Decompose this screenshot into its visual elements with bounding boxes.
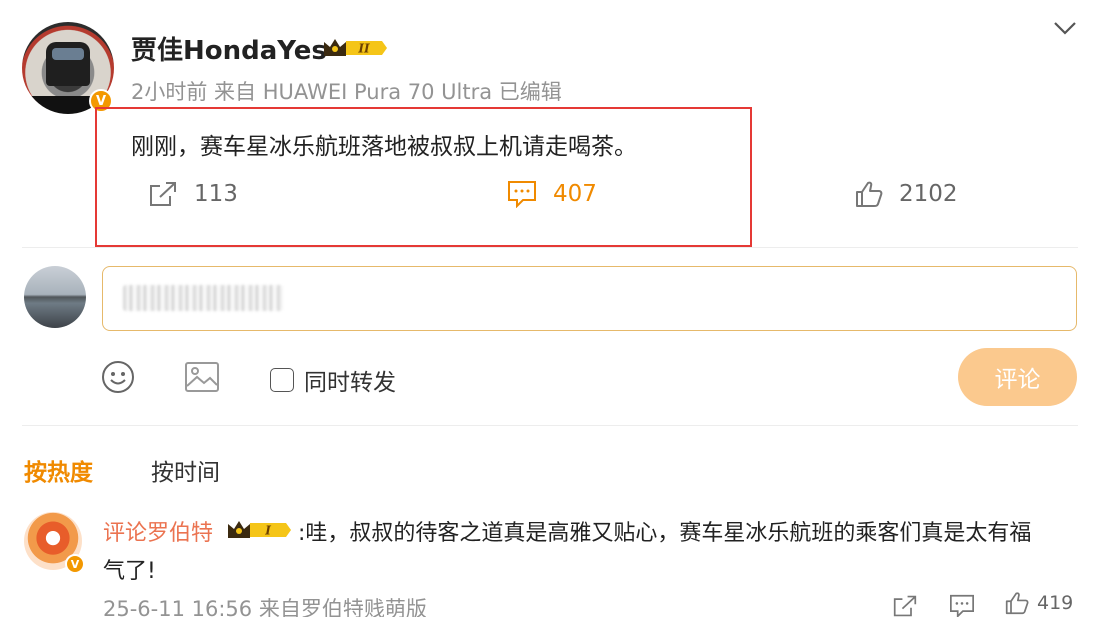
divider	[22, 247, 1078, 248]
comment-icon[interactable]	[948, 594, 976, 617]
comment-meta: 25-6-11 16:56 来自罗伯特贱萌版	[103, 597, 427, 617]
comment-icon	[508, 181, 536, 208]
like-count: 2102	[899, 181, 958, 207]
forward-count: 113	[194, 181, 238, 207]
emoji-icon[interactable]	[101, 360, 135, 394]
repost-checkbox[interactable]: 同时转发	[270, 363, 396, 397]
comment-text-continued: 气了!	[103, 559, 156, 584]
repost-label: 同时转发	[304, 370, 396, 396]
post-text: 刚刚，赛车星冰乐航班落地被叔叔上机请走喝茶。	[131, 134, 637, 160]
blurred-draft-text	[123, 285, 283, 311]
vip-level-label: II	[357, 42, 370, 56]
sort-by-time-tab[interactable]: 按时间	[151, 453, 220, 487]
author-username[interactable]: 贾佳HondaYes	[131, 30, 327, 67]
post-meta: 2小时前 来自 HUAWEI Pura 70 Ultra 已编辑	[131, 80, 562, 104]
like-icon	[856, 181, 883, 207]
comment-count: 407	[553, 181, 597, 207]
current-user-avatar	[24, 266, 86, 328]
like-button[interactable]: 2102	[855, 180, 958, 208]
forward-icon	[150, 182, 176, 206]
verified-badge-icon: V	[65, 554, 85, 574]
commenter-username[interactable]: 评论罗伯特	[103, 515, 213, 547]
comment-input[interactable]	[102, 266, 1077, 331]
comment-button[interactable]: 407	[507, 180, 597, 208]
divider	[22, 425, 1078, 426]
chevron-down-icon[interactable]	[1052, 18, 1078, 38]
comment-like-count: 419	[1037, 592, 1074, 614]
comment-like-button[interactable]: 419	[1005, 591, 1073, 615]
sort-by-hot-tab[interactable]: 按热度	[24, 453, 93, 487]
vip-level-label: I	[264, 524, 271, 538]
checkbox[interactable]	[270, 368, 294, 392]
like-icon	[1005, 592, 1029, 615]
forward-button[interactable]: 113	[148, 180, 238, 208]
image-icon[interactable]	[184, 361, 220, 393]
crown-badge-icon[interactable]: II	[322, 36, 388, 60]
submit-comment-button[interactable]: 评论	[958, 348, 1077, 406]
comment-text: :哇，叔叔的待客之道真是高雅又贴心，赛车星冰乐航班的乘客们真是太有福	[298, 521, 1032, 546]
crown-badge-icon[interactable]: I	[226, 518, 292, 542]
forward-icon[interactable]	[892, 594, 918, 617]
